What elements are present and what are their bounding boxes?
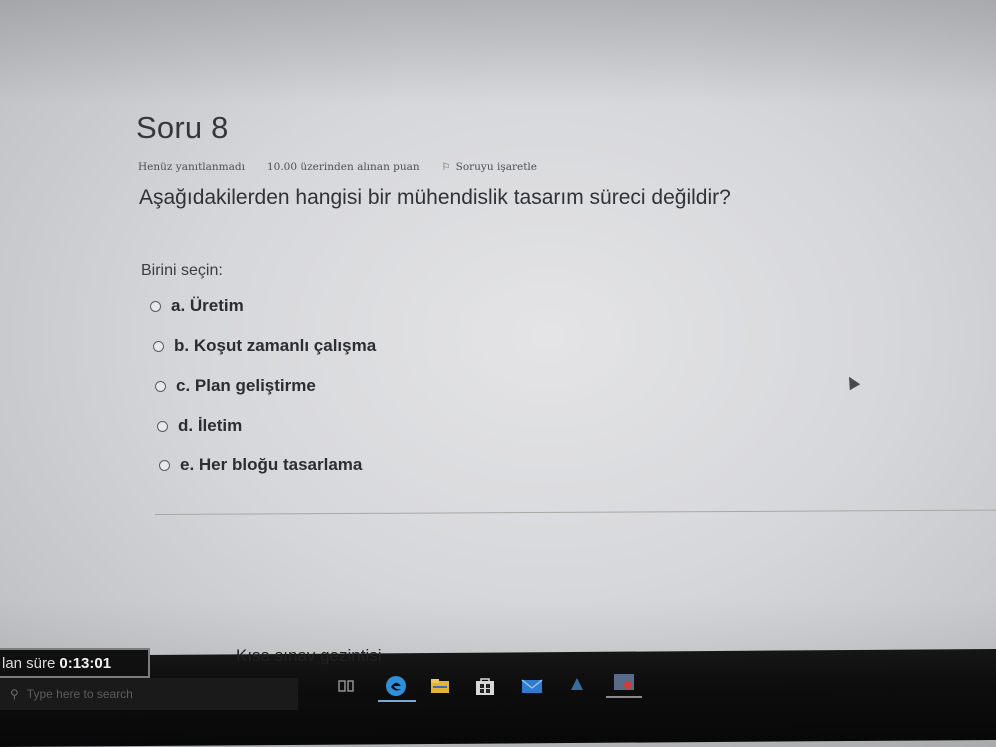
answer-option-label: b. Koşut zamanlı çalışma (174, 336, 377, 355)
taskbar-search-placeholder: Type here to search (26, 687, 133, 701)
radio-button[interactable] (159, 459, 170, 471)
question-points: 10.00 üzerinden alınan puan (266, 161, 420, 173)
section-divider (154, 509, 996, 515)
question-status: Henüz yanıtlanmadı (138, 161, 245, 173)
mouse-cursor-icon (843, 373, 861, 391)
quiz-navigation-link[interactable]: Kısa sınav gezintisi (236, 646, 382, 666)
timer-value: 0:13:01 (59, 654, 112, 672)
radio-button[interactable] (153, 340, 164, 352)
search-icon: ⚲ (10, 687, 19, 701)
answer-option-label: c. Plan geliştirme (176, 376, 316, 395)
task-view-icon[interactable] (338, 678, 354, 694)
quiz-timer: lan süre 0:13:01 (0, 648, 150, 678)
radio-button[interactable] (150, 300, 161, 312)
radio-button[interactable] (155, 380, 166, 392)
running-app-indicator (606, 696, 642, 698)
answer-option-a[interactable]: a. Üretim (150, 296, 244, 316)
edge-icon[interactable] (384, 674, 408, 698)
answer-option-e[interactable]: e. Her bloğu tasarlama (159, 455, 362, 475)
question-meta: Henüz yanıtlanmadı 10.00 üzerinden alına… (138, 161, 537, 173)
radio-button[interactable] (157, 420, 168, 432)
flag-icon: ⚐ (441, 161, 451, 173)
answer-option-c[interactable]: c. Plan geliştirme (155, 376, 316, 396)
taskbar-search-box[interactable]: ⚲ Type here to search (0, 678, 298, 710)
mail-icon[interactable] (521, 678, 543, 694)
answer-option-b[interactable]: b. Koşut zamanlı çalışma (153, 336, 376, 356)
question-title: Soru 8 (136, 110, 229, 145)
flag-question-label: Soruyu işaretle (455, 161, 538, 173)
answer-option-label: d. İletim (178, 416, 243, 435)
timer-label: lan süre (2, 654, 56, 672)
store-icon[interactable] (475, 676, 495, 696)
app-icon[interactable] (569, 676, 585, 692)
answer-option-label: a. Üretim (171, 296, 244, 315)
file-explorer-icon[interactable] (430, 678, 450, 694)
flag-question-link[interactable]: ⚐ Soruyu işaretle (442, 161, 537, 173)
answer-option-d[interactable]: d. İletim (157, 416, 242, 436)
answer-prompt: Birini seçin: (141, 262, 223, 279)
answer-option-label: e. Her bloğu tasarlama (180, 455, 363, 474)
active-app-indicator (378, 700, 416, 702)
question-text: Aşağıdakilerden hangisi bir mühendislik … (139, 186, 731, 209)
photos-icon[interactable] (613, 672, 635, 692)
